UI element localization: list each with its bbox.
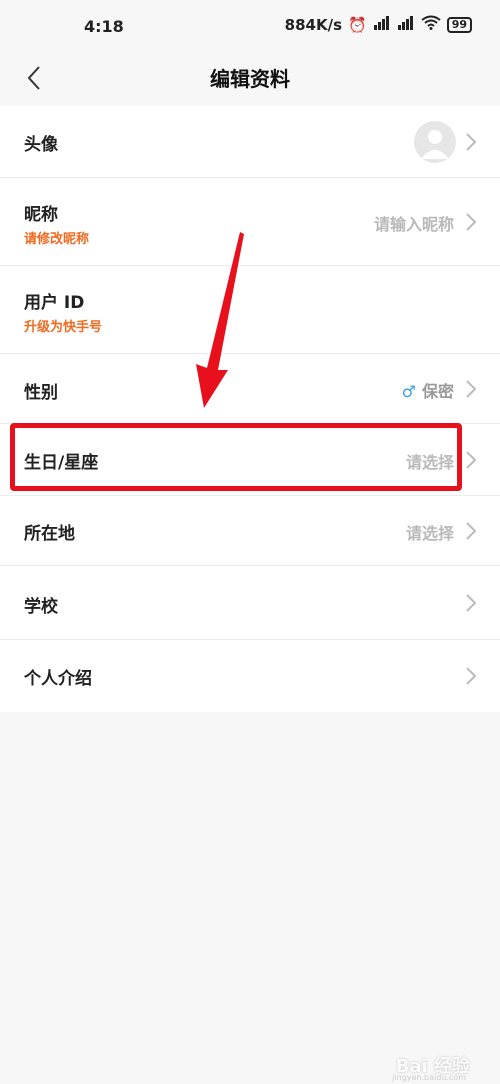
row-label: 头像 xyxy=(24,135,58,155)
row-label: 生日/星座 xyxy=(24,453,99,473)
chevron-right-icon xyxy=(466,133,477,151)
row-value: 请输入昵称 xyxy=(373,215,454,234)
status-bar: 4:18 884K/s ⏰ 99 xyxy=(0,0,500,52)
chevron-right-icon xyxy=(466,667,477,685)
row-label: 个人介绍 xyxy=(24,669,92,689)
chevron-right-icon xyxy=(466,451,477,469)
network-speed: 884K/s xyxy=(284,15,342,34)
row-intro[interactable]: 个人介绍 xyxy=(0,640,500,712)
row-avatar[interactable]: 头像 xyxy=(0,106,500,178)
row-nickname[interactable]: 昵称 请修改昵称 请输入昵称 xyxy=(0,178,500,266)
signal-icon xyxy=(373,15,391,34)
row-gender[interactable]: 性别 ♂ 保密 xyxy=(0,354,500,424)
row-value: 请选择 xyxy=(405,524,454,543)
row-label: 用户 ID xyxy=(24,293,85,313)
status-icons: 884K/s ⏰ 99 xyxy=(285,15,472,34)
row-birthday[interactable]: 生日/星座 请选择 xyxy=(0,424,500,496)
watermark-url: jingyan.baidu.com xyxy=(392,1073,466,1082)
row-label: 所在地 xyxy=(24,524,75,544)
row-hint: 请修改昵称 xyxy=(24,232,90,247)
row-location[interactable]: 所在地 请选择 xyxy=(0,496,500,566)
signal-icon-2 xyxy=(397,15,415,34)
row-label: 昵称 xyxy=(24,205,58,225)
chevron-right-icon xyxy=(466,594,477,612)
battery-icon: 99 xyxy=(446,16,472,33)
nav-bar: 编辑资料 xyxy=(0,52,500,104)
row-label: 性别 xyxy=(24,383,58,403)
chevron-right-icon xyxy=(466,380,477,398)
row-value: 请选择 xyxy=(405,453,454,472)
wifi-icon xyxy=(421,15,441,34)
profile-settings-list: 头像 昵称 请修改昵称 请输入昵称 用户 ID 升级为快手号 性别 ♂ 保密 生日… xyxy=(0,106,500,712)
male-icon: ♂ xyxy=(401,382,416,401)
alarm-icon: ⏰ xyxy=(348,15,367,34)
row-value-wrap: ♂ 保密 xyxy=(402,378,454,402)
page-title: 编辑资料 xyxy=(210,67,290,91)
chevron-right-icon xyxy=(466,522,477,540)
row-value: 保密 xyxy=(421,382,454,401)
avatar[interactable] xyxy=(414,121,456,163)
row-label: 学校 xyxy=(24,597,58,617)
row-hint[interactable]: 升级为快手号 xyxy=(24,316,102,335)
row-user-id[interactable]: 用户 ID 升级为快手号 xyxy=(0,266,500,354)
status-time: 4:18 xyxy=(84,17,124,36)
row-school[interactable]: 学校 xyxy=(0,566,500,640)
chevron-right-icon xyxy=(466,213,477,231)
